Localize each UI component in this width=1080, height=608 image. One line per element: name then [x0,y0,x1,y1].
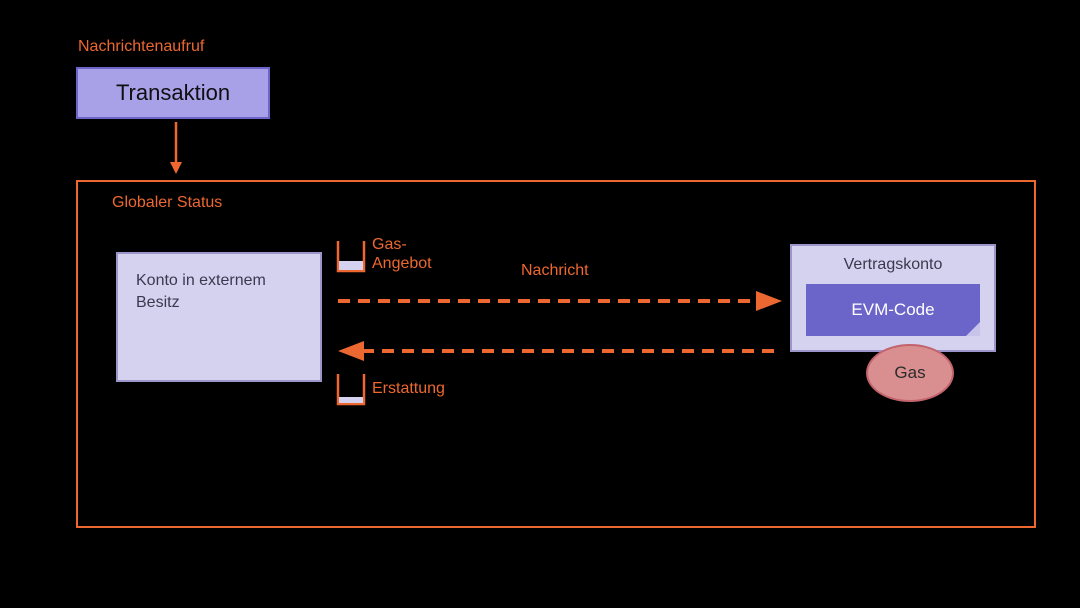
contract-account-box: Vertragskonto EVM-Code [790,244,996,352]
arrow-down-icon [166,122,186,177]
gas-bubble: Gas [866,344,954,402]
transaction-label: Transaktion [116,80,230,106]
evm-code-box: EVM-Code [806,284,980,336]
gas-label: Gas [894,363,925,383]
transaction-box: Transaktion [76,67,270,119]
message-call-label: Nachrichtenaufruf [78,38,204,56]
message-label: Nachricht [521,262,589,280]
gas-supply-container-icon [336,239,366,273]
refund-container-icon [336,372,366,406]
external-account-box: Konto in externem Besitz [116,252,322,382]
refund-label: Erstattung [372,380,445,398]
contract-account-label: Vertragskonto [802,256,984,274]
external-account-label: Konto in externem Besitz [136,272,266,311]
gas-supply-label: Gas- Angebot [372,235,432,273]
global-state-container: Globaler Status Konto in externem Besitz… [76,180,1036,528]
arrow-left-icon [338,340,782,362]
arrow-right-icon [338,290,782,312]
evm-code-label: EVM-Code [851,300,934,320]
global-state-label: Globaler Status [112,194,222,212]
